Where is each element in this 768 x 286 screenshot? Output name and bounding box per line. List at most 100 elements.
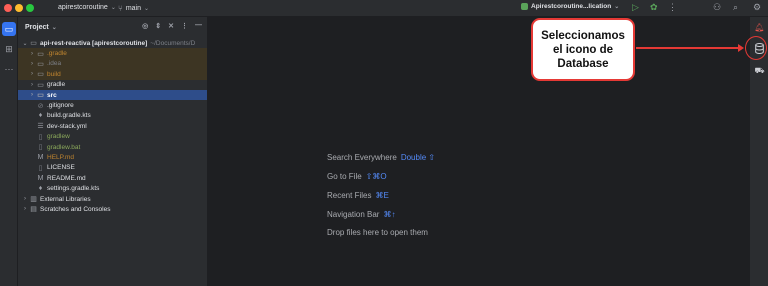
tree-item[interactable]: M HELP.md bbox=[18, 152, 207, 162]
tree-item[interactable]: › ▤ Scratches and Consoles bbox=[18, 204, 207, 214]
branch-selector[interactable]: ⑂ main ⌄ bbox=[118, 4, 149, 13]
hint-label: Go to File bbox=[327, 172, 362, 181]
gitignore-icon: ⊘ bbox=[37, 102, 44, 110]
project-tool-window: Project ⌄ ◎ ⇕ ✕ ⋮ — ⌄ ▭ api-rest-reactiva … bbox=[18, 17, 208, 286]
tree-item-label: Scratches and Consoles bbox=[40, 205, 111, 213]
tree-item[interactable]: ☰ dev-stack.yml bbox=[18, 121, 207, 131]
tree-item-label: api-rest-reactiva [apirestcoroutine] bbox=[40, 39, 148, 47]
zoom-window-button[interactable] bbox=[26, 4, 34, 12]
hint-label: Search Everywhere bbox=[327, 153, 397, 162]
gradle-file-icon: ♦ bbox=[38, 185, 43, 193]
locate-icon[interactable]: ◎ bbox=[142, 22, 148, 30]
editor-area[interactable]: Search Everywhere Double ⇧ Go to File ⇧⌘O Re… bbox=[208, 17, 749, 286]
tree-item-label: src bbox=[47, 91, 57, 99]
chevron-down-icon: ⌄ bbox=[51, 24, 57, 31]
markdown-file-icon: M bbox=[37, 174, 44, 182]
close-window-button[interactable] bbox=[4, 4, 12, 12]
settings-icon[interactable]: ⚙ bbox=[753, 2, 761, 13]
chevron-down-icon[interactable]: ⌄ bbox=[21, 40, 29, 47]
hint-shortcut: ⌘↑ bbox=[383, 210, 396, 219]
hint-label: Recent Files bbox=[327, 191, 372, 200]
tree-item[interactable]: › ▭ .idea bbox=[18, 58, 207, 70]
tree-item[interactable]: ⌄ ▭ api-rest-reactiva [apirestcoroutine] ~/… bbox=[18, 38, 207, 48]
gradle-file-icon: ♦ bbox=[38, 112, 43, 120]
tree-item[interactable]: ▯ gradlew bbox=[18, 132, 207, 142]
annotation-arrow-line bbox=[636, 47, 740, 49]
file-icon: ▯ bbox=[38, 164, 43, 172]
collapse-all-icon[interactable]: ✕ bbox=[168, 22, 174, 30]
chevron-right-icon[interactable]: › bbox=[21, 196, 29, 202]
folder-icon: ▭ bbox=[37, 71, 44, 79]
annotation-arrow-head bbox=[738, 44, 744, 52]
hint-shortcut: Double ⇧ bbox=[400, 153, 436, 162]
chevron-right-icon[interactable]: › bbox=[21, 206, 29, 212]
chevron-right-icon[interactable]: › bbox=[28, 92, 36, 98]
library-icon: ▥ bbox=[30, 196, 37, 204]
structure-tool-icon[interactable]: ⊞ bbox=[2, 42, 16, 56]
tree-item[interactable]: › ▭ src bbox=[18, 89, 207, 101]
tree-item[interactable]: › ▭ gradle bbox=[18, 80, 207, 90]
tree-item-path: ~/Documents/D bbox=[150, 39, 196, 47]
tree-item[interactable]: ▯ LICENSE bbox=[18, 163, 207, 173]
tree-item-label: settings.gradle.kts bbox=[47, 185, 100, 193]
run-icon[interactable]: ▷ bbox=[632, 2, 639, 13]
tree-item-label: .gradle bbox=[47, 50, 67, 58]
file-icon: ▯ bbox=[38, 144, 43, 152]
debug-icon[interactable]: ✿ bbox=[650, 2, 658, 13]
notifications-icon[interactable]: 🔔︎ bbox=[753, 21, 766, 34]
tree-item-label: README.md bbox=[47, 174, 86, 182]
tree-item-label: gradlew bbox=[47, 133, 70, 141]
more-tools-icon[interactable]: ⋯ bbox=[2, 62, 16, 76]
project-panel-header[interactable]: Project ⌄ ◎ ⇕ ✕ ⋮ — bbox=[18, 17, 207, 37]
hint-label: Drop files here to open them bbox=[327, 228, 428, 237]
minimize-window-button[interactable] bbox=[15, 4, 23, 12]
project-name: apirestcoroutine bbox=[58, 4, 108, 11]
chevron-right-icon[interactable]: › bbox=[28, 82, 36, 88]
branch-name: main bbox=[125, 5, 141, 12]
chevron-right-icon[interactable]: › bbox=[28, 51, 36, 57]
more-actions-icon[interactable]: ⋮ bbox=[668, 2, 677, 13]
add-user-icon[interactable]: ⚇ bbox=[713, 2, 721, 13]
tree-item[interactable]: › ▥ External Libraries bbox=[18, 194, 207, 204]
tree-item[interactable]: ♦ settings.gradle.kts bbox=[18, 183, 207, 193]
expand-all-icon[interactable]: ⇕ bbox=[155, 22, 161, 30]
tree-item[interactable]: ♦ build.gradle.kts bbox=[18, 111, 207, 121]
project-panel-title: Project bbox=[25, 23, 49, 31]
scratches-icon: ▤ bbox=[30, 206, 37, 214]
chevron-right-icon[interactable]: › bbox=[28, 61, 36, 67]
title-bar: apirestcoroutine ⌄ ⑂ main ⌄ Apirestcorou… bbox=[0, 0, 768, 17]
editor-hint: Recent Files ⌘E bbox=[327, 191, 389, 200]
left-tool-strip: ▭ ⊞ ⋯ bbox=[0, 17, 18, 286]
chevron-right-icon[interactable]: › bbox=[28, 71, 36, 77]
editor-hint: Search Everywhere Double ⇧ bbox=[327, 153, 435, 162]
editor-hint: Drop files here to open them bbox=[327, 228, 428, 237]
callout-line-3: Database bbox=[557, 57, 609, 70]
run-configuration-name: Apirestcoroutine...lication bbox=[531, 3, 612, 10]
project-tool-icon[interactable]: ▭ bbox=[2, 22, 16, 36]
search-icon[interactable]: ⌕ bbox=[733, 2, 738, 13]
tree-item[interactable]: M README.md bbox=[18, 173, 207, 183]
tree-item-label: .gitignore bbox=[47, 102, 74, 110]
tree-item-label: build.gradle.kts bbox=[47, 112, 91, 120]
project-tree: ⌄ ▭ api-rest-reactiva [apirestcoroutine] ~/… bbox=[18, 38, 207, 215]
tree-item[interactable]: ⊘ .gitignore bbox=[18, 100, 207, 110]
tree-item[interactable]: › ▭ .gradle bbox=[18, 48, 207, 59]
folder-icon: ▭ bbox=[37, 92, 44, 100]
annotation-highlight-circle bbox=[745, 36, 767, 60]
gradle-tool-icon[interactable]: ⛟ bbox=[753, 64, 766, 77]
chevron-down-icon: ⌄ bbox=[110, 5, 116, 11]
tree-item[interactable]: › ▭ build bbox=[18, 69, 207, 80]
hint-label: Navigation Bar bbox=[327, 210, 380, 219]
editor-hint: Navigation Bar ⌘↑ bbox=[327, 210, 395, 219]
git-branch-icon: ⑂ bbox=[118, 4, 123, 13]
yaml-file-icon: ☰ bbox=[37, 123, 44, 131]
options-icon[interactable]: ⋮ bbox=[181, 22, 188, 30]
tree-item[interactable]: ▯ gradlew.bat bbox=[18, 142, 207, 152]
tree-item-label: LICENSE bbox=[47, 164, 75, 172]
tree-item-label: gradle bbox=[47, 81, 66, 89]
project-selector[interactable]: apirestcoroutine ⌄ bbox=[58, 4, 116, 11]
markdown-file-icon: M bbox=[37, 153, 44, 161]
run-configuration-selector[interactable]: Apirestcoroutine...lication ⌄ bbox=[521, 3, 619, 10]
tree-item-label: .idea bbox=[47, 60, 62, 68]
hide-icon[interactable]: — bbox=[195, 22, 202, 30]
